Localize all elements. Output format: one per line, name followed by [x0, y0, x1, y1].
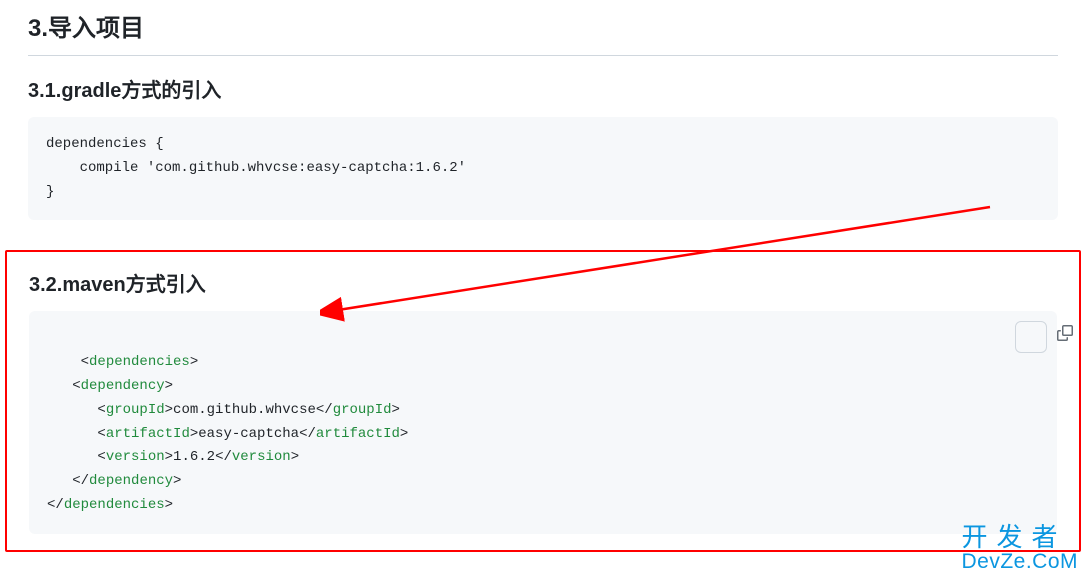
xml-tag: groupId: [333, 402, 392, 418]
code-block-maven: <dependencies> <dependency> <groupId>com…: [29, 311, 1057, 533]
xml-tag: dependencies: [89, 354, 190, 370]
xml-text: 1.6.2: [173, 449, 215, 465]
xml-tag: dependency: [89, 473, 173, 489]
xml-tag: version: [106, 449, 165, 465]
heading-gradle-import: 3.1.gradle方式的引入: [28, 74, 1058, 103]
xml-text: com.github.whvcse: [173, 402, 316, 418]
xml-tag: groupId: [106, 402, 165, 418]
xml-tag: dependencies: [64, 497, 165, 513]
code-block-gradle: dependencies { compile 'com.github.whvcs…: [28, 117, 1058, 220]
copy-icon: [989, 301, 1072, 374]
heading-import-project: 3.导入项目: [28, 0, 1058, 56]
heading-maven-import: 3.2.maven方式引入: [29, 268, 1057, 297]
highlighted-maven-section: 3.2.maven方式引入 <dependencies> <dependency…: [5, 250, 1081, 551]
watermark-line2: DevZe.CoM: [961, 551, 1078, 573]
copy-button[interactable]: [1015, 321, 1047, 353]
xml-tag: artifactId: [106, 426, 190, 442]
xml-tag: version: [232, 449, 291, 465]
xml-text: easy-captcha: [198, 426, 299, 442]
xml-tag: dependency: [81, 378, 165, 394]
xml-tag: artifactId: [316, 426, 400, 442]
